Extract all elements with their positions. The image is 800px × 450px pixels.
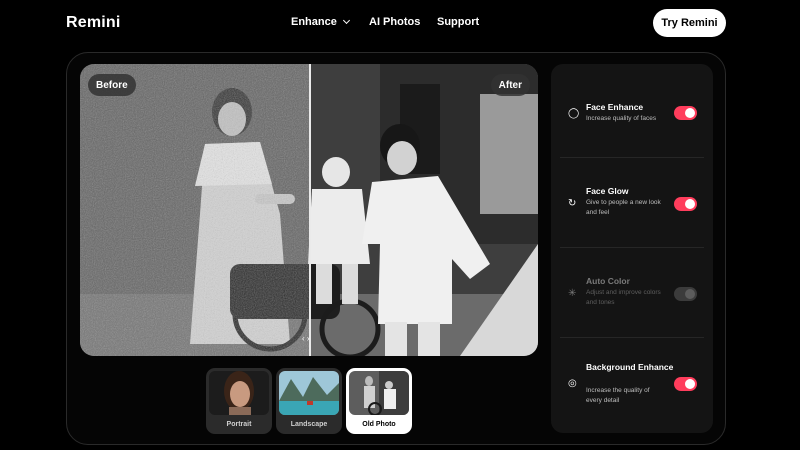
nav-support[interactable]: Support xyxy=(437,16,479,28)
chevron-down-icon xyxy=(342,16,350,25)
portrait-thumbnail-image xyxy=(209,371,269,415)
sample-label: Old Photo xyxy=(362,421,396,428)
divider xyxy=(560,247,704,248)
nav-enhance-label: Enhance xyxy=(291,16,337,28)
face-enhance-icon: ◯ xyxy=(568,108,580,119)
sparkle-icon: ✳ xyxy=(568,288,577,299)
remini-logo[interactable]: Remini xyxy=(66,14,121,32)
feature-title: Background Enhance xyxy=(586,362,674,372)
auto-color-toggle[interactable] xyxy=(674,287,697,301)
face-glow-icon: ↻ xyxy=(568,198,577,209)
sample-portrait[interactable]: Portrait xyxy=(206,368,272,434)
feature-title: Face Glow xyxy=(586,186,629,196)
after-label: After xyxy=(490,74,530,96)
background-icon: ◎ xyxy=(568,378,577,389)
sample-label: Landscape xyxy=(290,421,328,428)
feature-description: Give to people a new look and feel xyxy=(586,199,661,216)
nav-enhance[interactable]: Enhance xyxy=(291,16,350,28)
divider xyxy=(560,157,704,158)
feature-title: Auto Color xyxy=(586,276,630,286)
comparison-slider-line[interactable] xyxy=(309,64,311,356)
feature-title: Face Enhance xyxy=(586,102,644,112)
feature-description: Increase quality of faces xyxy=(586,115,657,122)
feature-description: Increase the quality of every detail xyxy=(586,387,650,404)
face-glow-toggle[interactable] xyxy=(674,197,697,211)
sample-landscape[interactable]: Landscape xyxy=(276,368,342,434)
background-enhance-toggle[interactable] xyxy=(674,377,697,391)
before-label: Before xyxy=(88,74,136,96)
before-after-comparison[interactable]: Before After ‹ › xyxy=(80,64,538,356)
old-photo-thumbnail-image xyxy=(349,371,409,415)
face-enhance-toggle[interactable] xyxy=(674,106,697,120)
divider xyxy=(560,337,704,338)
try-remini-button[interactable]: Try Remini xyxy=(653,9,726,37)
enhancement-options-panel: ◯ Face Enhance Increase quality of faces… xyxy=(551,64,713,433)
landscape-thumbnail-image xyxy=(279,371,339,415)
nav-ai-photos[interactable]: AI Photos xyxy=(369,16,420,28)
feature-description: Adjust and improve colors and tones xyxy=(586,289,661,306)
top-navigation-bar: Remini Enhance AI Photos Support Try Rem… xyxy=(0,0,800,46)
sample-label: Portrait xyxy=(226,421,252,428)
sample-old-photo[interactable]: Old Photo xyxy=(346,368,412,434)
slider-handle-icon[interactable]: ‹ › xyxy=(302,334,310,343)
